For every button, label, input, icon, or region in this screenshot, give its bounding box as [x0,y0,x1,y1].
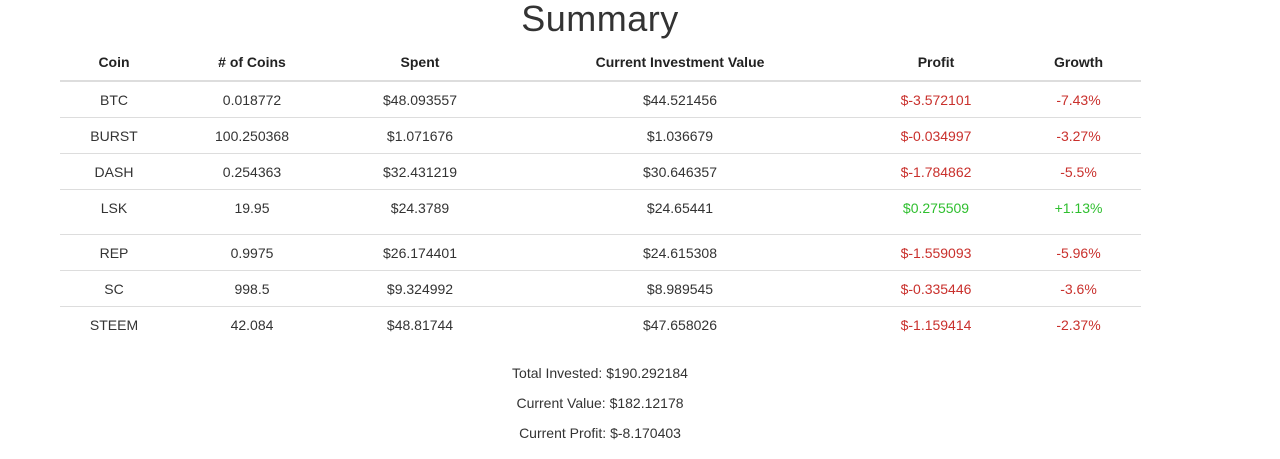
table-row: DASH 0.254363 $32.431219 $30.646357 $-1.… [60,153,1141,190]
cell-growth: -3.27% [1016,117,1141,154]
cell-coin-count: 0.254363 [168,153,336,190]
table-row: BURST 100.250368 $1.071676 $1.036679 $-0… [60,117,1141,154]
column-header-current-value: Current Investment Value [504,44,856,82]
cell-coin-count: 998.5 [168,270,336,307]
summary-page: Summary Coin # of Coins Spent Current In… [0,0,1280,459]
cell-growth: -5.5% [1016,153,1141,190]
column-header-spent: Spent [336,44,504,82]
cell-profit: $-3.572101 [900,91,972,108]
cell-coin: BURST [60,117,168,154]
cell-spent: $26.174401 [336,234,504,271]
cell-profit: $-1.159414 [856,306,1016,342]
cell-profit: $-0.335446 [856,270,1016,307]
cell-coin: LSK [60,189,168,235]
cell-coin: BTC [100,91,128,108]
column-header-coin: Coin [60,44,168,82]
cell-spent: $1.071676 [336,117,504,154]
cell-coin: STEEM [60,306,168,342]
cell-coin: REP [60,234,168,271]
cell-current-value: $1.036679 [504,117,856,154]
cell-growth: -2.37% [1016,306,1141,342]
cell-coin-count: 19.95 [168,189,336,235]
cell-current-value: $24.65441 [504,189,856,235]
cell-profit: $-1.784862 [856,153,1016,190]
cell-coin-count: 42.084 [168,306,336,342]
cell-profit: $0.275509 [856,189,1016,235]
cell-coin-count: 100.250368 [168,117,336,154]
cell-spent: $24.3789 [336,189,504,235]
cell-current-value: $24.615308 [504,234,856,271]
table-row: STEEM 42.084 $48.81744 $47.658026 $-1.15… [60,306,1141,342]
current-profit: Current Profit: $-8.170403 [519,425,681,441]
current-value: Current Value: $182.12178 [516,395,684,411]
totals-section: Total Invested: $190.292184 Current Valu… [0,358,1200,448]
table-row: REP 0.9975 $26.174401 $24.615308 $-1.559… [60,234,1141,271]
cell-spent: $9.324992 [336,270,504,307]
total-invested: Total Invested: $190.292184 [512,365,688,381]
table-row: BTC 0.018772 $48.093557 $44.521456 $-3.5… [60,81,1141,118]
cell-spent: $48.81744 [336,306,504,342]
cell-growth: -3.6% [1016,270,1141,307]
cell-spent: $48.093557 [383,91,457,108]
cell-coin-count: 0.018772 [222,91,282,108]
table-row: SC 998.5 $9.324992 $8.989545 $-0.335446 … [60,270,1141,307]
summary-table: Coin # of Coins Spent Current Investment… [60,44,1141,342]
cell-current-value: $8.989545 [504,270,856,307]
page-title: Summary [521,0,679,39]
cell-profit: $-1.559093 [856,234,1016,271]
cell-profit: $-0.034997 [856,117,1016,154]
cell-coin: DASH [60,153,168,190]
table-header-row: Coin # of Coins Spent Current Investment… [60,44,1141,82]
column-header-profit: Profit [856,44,1016,82]
cell-current-value: $47.658026 [504,306,856,342]
cell-spent: $32.431219 [336,153,504,190]
cell-growth: -7.43% [1056,91,1101,108]
cell-current-value: $44.521456 [643,91,717,108]
cell-coin-count: 0.9975 [168,234,336,271]
cell-current-value: $30.646357 [504,153,856,190]
table-row: LSK 19.95 $24.3789 $24.65441 $0.275509 +… [60,189,1141,235]
cell-growth: +1.13% [1016,189,1141,235]
column-header-coin-count: # of Coins [168,44,336,82]
column-header-growth: Growth [1016,44,1141,82]
cell-growth: -5.96% [1016,234,1141,271]
cell-coin: SC [60,270,168,307]
